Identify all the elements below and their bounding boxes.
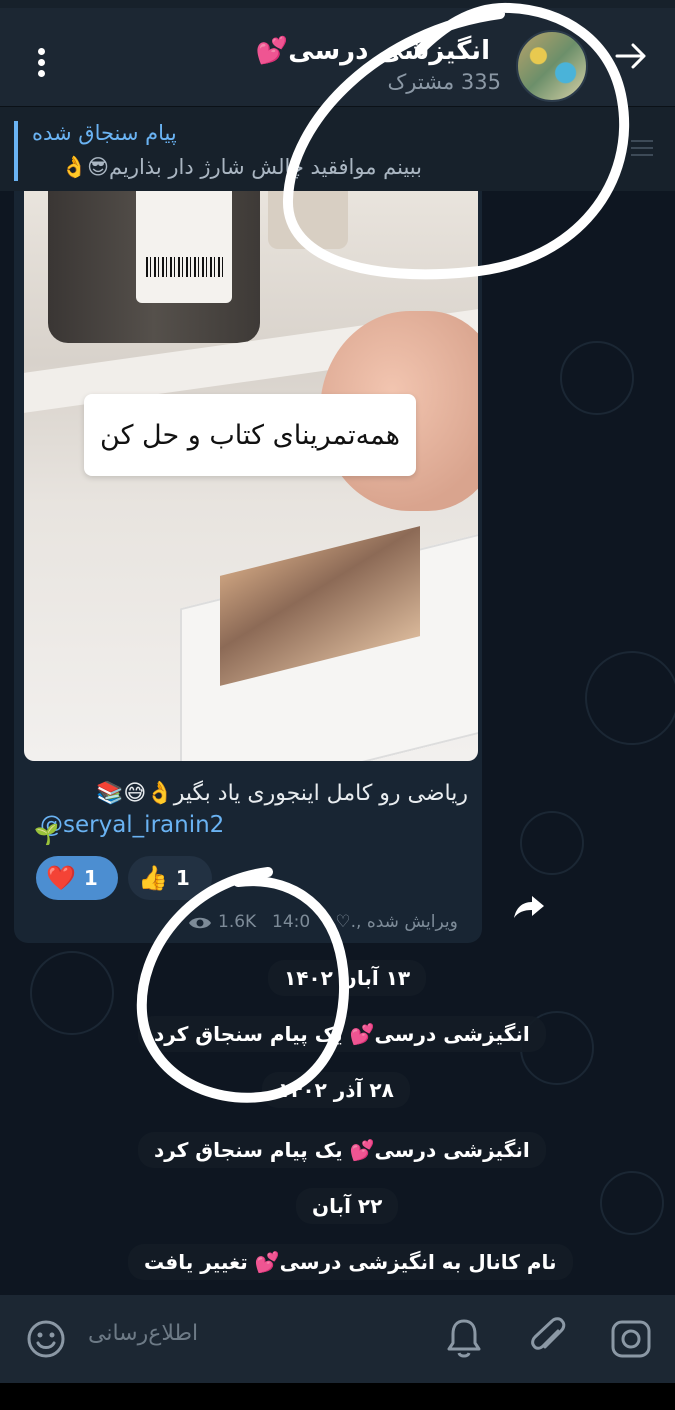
eye-icon xyxy=(189,917,211,929)
pinned-indicator xyxy=(14,121,18,181)
date-separator: ۲۲ آبان xyxy=(296,1188,399,1224)
edited-label: ویرایش شده ,.♡. xyxy=(330,912,458,932)
system-nav-bar xyxy=(0,1383,675,1410)
date-separator: ۱۳ آبان ۱۴۰۲ xyxy=(268,960,427,996)
video-caption: همه‌تمرینای کتاب و حل کن xyxy=(84,394,416,476)
doodle-circle xyxy=(560,341,634,415)
jar-lid xyxy=(268,191,348,249)
post-link[interactable]: @seryal_iranin2 xyxy=(40,812,224,838)
reaction-count: 1 xyxy=(175,866,190,890)
status-bar xyxy=(0,0,675,8)
view-count: 1.6K xyxy=(218,912,257,932)
date-separator: ۲۸ آذر ۱۴۰۲ xyxy=(262,1072,410,1108)
pinned-list-icon[interactable] xyxy=(631,137,653,159)
reaction-thumbs-up[interactable]: 👍 1 xyxy=(128,856,212,900)
attach-icon[interactable] xyxy=(528,1317,568,1359)
reaction-count: 1 xyxy=(83,866,98,890)
pinned-text: ببینم موافقید چالش شارژ دار بذاریم😎👌 xyxy=(60,155,422,179)
thumbs-up-icon: 👍 xyxy=(138,864,168,892)
service-message: انگیزشی درسی💕 یک پیام سنجاق کرد xyxy=(138,1132,546,1168)
pinned-title: پیام سنجاق شده xyxy=(32,121,177,145)
service-message: نام کانال به انگیزشی درسی💕 تغییر یافت xyxy=(128,1244,573,1280)
doodle-circle xyxy=(520,811,584,875)
post-time: 14:0 xyxy=(272,912,311,932)
emoji-icon[interactable] xyxy=(26,1319,66,1359)
reaction-heart[interactable]: ❤️ 1 xyxy=(36,856,118,900)
subscriber-count: 335 مشترک xyxy=(387,70,501,94)
jar-label xyxy=(136,191,232,303)
pinned-message-bar[interactable]: پیام سنجاق شده ببینم موافقید چالش شارژ د… xyxy=(0,106,675,192)
channel-avatar[interactable] xyxy=(516,30,588,102)
service-message: انگیزشی درسی💕 یک پیام سنجاق کرد xyxy=(138,1016,546,1052)
post-text: ریاضی رو کامل اینجوری یاد بگیر👌😅📚 xyxy=(96,781,468,806)
composer-bar: اطلاع‌رسانی xyxy=(0,1295,675,1383)
bell-icon[interactable] xyxy=(446,1317,482,1359)
back-arrow-icon[interactable] xyxy=(613,38,649,74)
share-icon[interactable] xyxy=(512,894,546,920)
post-video[interactable]: همه‌تمرینای کتاب و حل کن xyxy=(24,191,478,761)
broadcast-input[interactable]: اطلاع‌رسانی xyxy=(88,1321,198,1346)
camera-icon[interactable] xyxy=(610,1319,652,1359)
doodle-circle xyxy=(585,651,675,745)
chat-header: انگیزشی درسی💕 335 مشترک xyxy=(0,8,675,106)
doodle-circle xyxy=(30,951,114,1035)
sprout-icon: 🌱 xyxy=(34,822,59,846)
barcode xyxy=(146,257,224,277)
doodle-circle xyxy=(600,1171,664,1235)
heart-icon: ❤️ xyxy=(46,864,76,892)
more-options-icon[interactable] xyxy=(36,48,48,84)
channel-title[interactable]: انگیزشی درسی💕 xyxy=(256,36,490,66)
